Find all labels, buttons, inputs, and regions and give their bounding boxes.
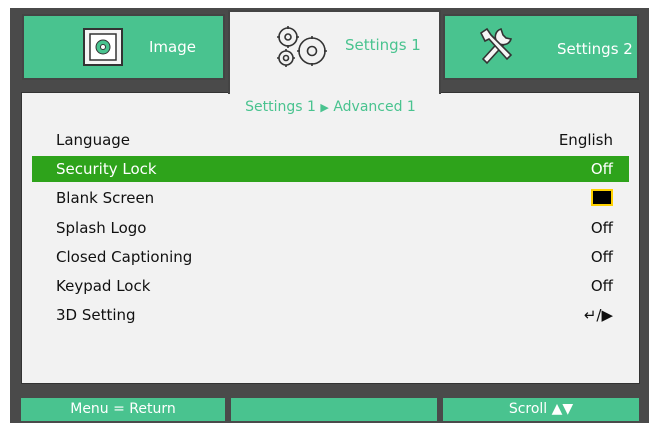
blank-screen-color-swatch — [591, 188, 613, 206]
menu-item-value: Off — [590, 160, 613, 178]
menu-item-label: Language — [56, 131, 131, 149]
footer-menu-return: Menu = Return — [21, 398, 225, 421]
breadcrumb-current: Advanced 1 — [333, 99, 416, 115]
enter-arrow-icon: ↵/▶ — [583, 306, 613, 324]
tab-settings-2-label: Settings 2 — [557, 40, 633, 58]
tab-settings-2[interactable]: Settings 2 — [443, 14, 639, 80]
breadcrumb-parent: Settings 1 — [245, 99, 316, 115]
breadcrumb: Settings 1 ▶ Advanced 1 — [22, 99, 639, 115]
menu-item-security-lock[interactable]: Security Lock Off — [32, 156, 629, 182]
menu-item-value: Off — [590, 219, 613, 237]
menu-item-keypad-lock[interactable]: Keypad Lock Off — [32, 273, 629, 299]
menu-item-label: Splash Logo — [56, 219, 147, 237]
breadcrumb-separator-icon: ▶ — [320, 101, 329, 114]
image-settings-icon — [82, 27, 124, 71]
menu-item-language[interactable]: Language English — [32, 127, 629, 153]
menu-item-label: 3D Setting — [56, 306, 136, 324]
menu-item-blank-screen[interactable]: Blank Screen — [32, 185, 629, 211]
menu-item-label: Keypad Lock — [56, 277, 151, 295]
tab-image[interactable]: Image — [22, 14, 225, 80]
tab-image-label: Image — [149, 38, 196, 56]
footer-left-label: Menu = Return — [70, 401, 176, 417]
tools-icon — [477, 23, 517, 71]
gears-icon — [272, 24, 334, 76]
tab-settings-1-label: Settings 1 — [345, 36, 421, 54]
menu-item-3d-setting[interactable]: 3D Setting ↵/▶ — [32, 302, 629, 328]
menu-item-value: English — [558, 131, 613, 149]
tab-settings-1[interactable]: Settings 1 — [228, 10, 441, 94]
footer-scroll: Scroll ▲▼ — [443, 398, 639, 421]
footer-middle — [231, 398, 437, 421]
menu-item-value: Off — [590, 248, 613, 266]
settings-panel: Settings 1 ▶ Advanced 1 Language English… — [21, 92, 640, 384]
menu-item-label: Blank Screen — [56, 189, 155, 207]
menu-item-value: Off — [590, 277, 613, 295]
footer-right-label: Scroll ▲▼ — [508, 401, 574, 417]
menu-item-label: Security Lock — [56, 160, 157, 178]
menu-item-splash-logo[interactable]: Splash Logo Off — [32, 215, 629, 241]
menu-item-closed-captioning[interactable]: Closed Captioning Off — [32, 244, 629, 270]
menu-item-label: Closed Captioning — [56, 248, 193, 266]
